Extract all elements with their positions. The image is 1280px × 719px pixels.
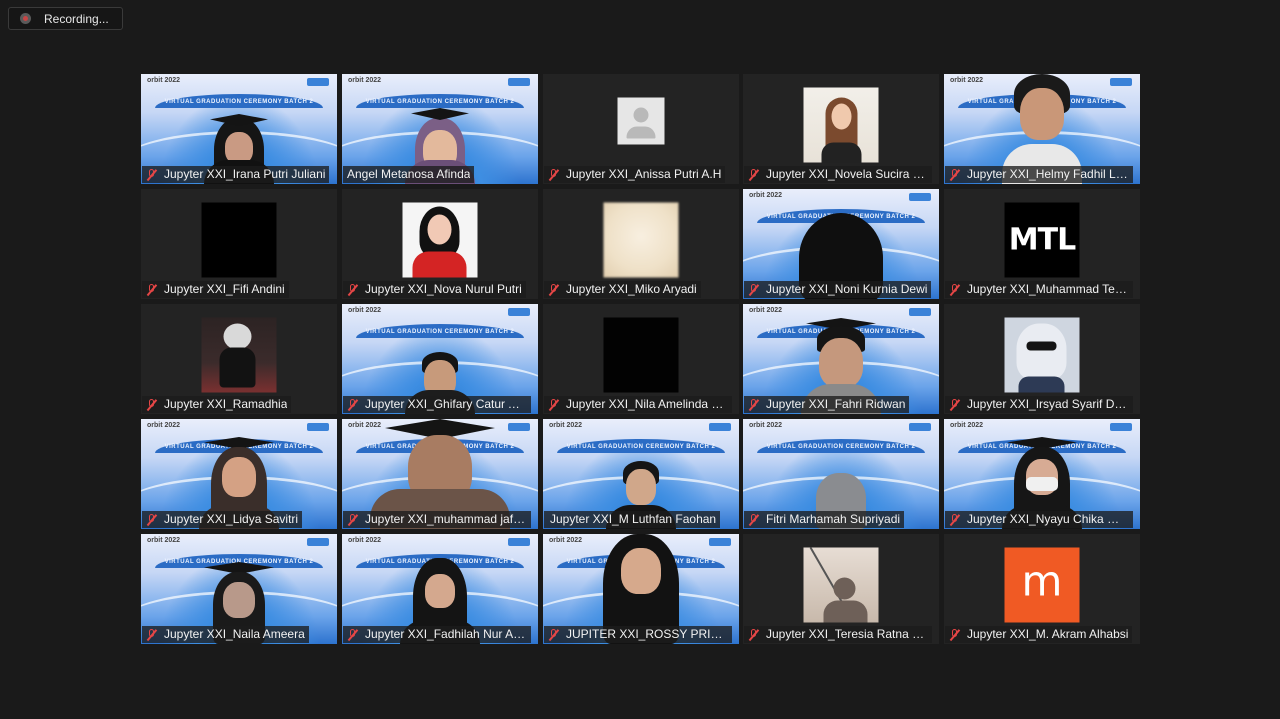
default-avatar-icon — [617, 97, 665, 145]
participant-name-label: Jupyter XXI_Helmy Fadhil Lan... — [945, 166, 1133, 183]
mtl-logo-avatar: MTL — [1004, 202, 1080, 278]
participant-tile[interactable]: Jupyter XXI_Teresia Ratna Cali... — [743, 534, 939, 644]
participant-tile[interactable]: orbit 2022 VIRTUAL GRADUATION CEREMONY B… — [543, 534, 739, 644]
participant-tile[interactable]: Jupyter XXI_Anissa Putri A.H — [543, 74, 739, 184]
participant-name-label: Fitri Marhamah Supriyadi — [744, 511, 905, 528]
mic-muted-icon — [146, 628, 158, 641]
profile-photo — [201, 202, 277, 278]
mic-muted-icon — [949, 513, 961, 526]
participant-tile[interactable]: orbit 2022 VIRTUAL GRADUATION CEREMONY B… — [141, 74, 337, 184]
participant-gallery: orbit 2022 VIRTUAL GRADUATION CEREMONY B… — [141, 74, 1140, 644]
mic-muted-icon — [548, 283, 560, 296]
participant-tile[interactable]: orbit 2022 VIRTUAL GRADUATION CEREMONY B… — [944, 419, 1140, 529]
participant-tile[interactable]: Jupyter XXI_Nila Amelinda Putri — [543, 304, 739, 414]
participant-name-label: JUPITER XXI_ROSSY PRIMA N... — [544, 626, 732, 643]
mic-muted-icon — [949, 628, 961, 641]
recording-indicator[interactable]: Recording... — [8, 7, 123, 30]
participant-name-label: Jupyter XXI_Ramadhia — [142, 396, 292, 413]
mic-muted-icon — [748, 168, 760, 181]
participant-name-label: Jupyter XXI_Teresia Ratna Cali... — [744, 626, 932, 643]
participant-name-label: Jupyter XXI_M Luthfan Faohan — [544, 511, 721, 528]
participant-tile[interactable]: orbit 2022 VIRTUAL GRADUATION CEREMONY B… — [944, 74, 1140, 184]
mic-muted-icon — [949, 168, 961, 181]
participant-tile[interactable]: MTL Jupyter XXI_Muhammad Tega... — [944, 189, 1140, 299]
participant-tile[interactable]: Jupyter XXI_Irsyad Syarif Dwi ... — [944, 304, 1140, 414]
anime-avatar-image — [1004, 317, 1080, 393]
participant-tile[interactable]: Jupyter XXI_Fifi Andini — [141, 189, 337, 299]
participant-tile[interactable]: orbit 2022 VIRTUAL GRADUATION CEREMONY B… — [743, 189, 939, 299]
mic-muted-icon — [748, 283, 760, 296]
letter-avatar: m — [1004, 547, 1080, 623]
participant-name-label: Jupyter XXI_Miko Aryadi — [544, 281, 701, 298]
mic-muted-icon — [548, 628, 560, 641]
participant-name-label: Jupyter XXI_Fifi Andini — [142, 281, 289, 298]
participant-name-label: Jupyter XXI_Noni Kurnia Dewi — [744, 281, 932, 298]
mic-muted-icon — [949, 283, 961, 296]
mic-muted-icon — [347, 398, 359, 411]
mic-muted-icon — [146, 283, 158, 296]
participant-name-label: Jupyter XXI_Ghifary Catur Ach... — [343, 396, 531, 413]
participant-name-label: Jupyter XXI_Nila Amelinda Putri — [544, 396, 732, 413]
mic-muted-icon — [748, 398, 760, 411]
participant-name-label: Jupyter XXI_Nyayu Chika Mar... — [945, 511, 1133, 528]
mic-muted-icon — [748, 628, 760, 641]
mic-muted-icon — [347, 283, 359, 296]
participant-tile[interactable]: orbit 2022 VIRTUAL GRADUATION CEREMONY B… — [342, 419, 538, 529]
participant-tile[interactable]: orbit 2022 VIRTUAL GRADUATION CEREMONY B… — [141, 419, 337, 529]
participant-tile[interactable]: orbit 2022 VIRTUAL GRADUATION CEREMONY B… — [342, 534, 538, 644]
participant-tile[interactable]: orbit 2022 VIRTUAL GRADUATION CEREMONY B… — [342, 304, 538, 414]
participant-tile[interactable]: Jupyter XXI_Novela Sucira I. S — [743, 74, 939, 184]
participant-name-label: Jupyter XXI_Nova Nurul Putri — [343, 281, 526, 298]
participant-name-label: Jupyter XXI_M. Akram Alhabsi — [945, 626, 1133, 643]
participant-name-label: Jupyter XXI_Anissa Putri A.H — [544, 166, 726, 183]
participant-name-label: Jupyter XXI_Muhammad Tega... — [945, 281, 1133, 298]
participant-name-label: Jupyter XXI_muhammad jafar ... — [343, 511, 531, 528]
mic-muted-icon — [949, 398, 961, 411]
mic-muted-icon — [146, 168, 158, 181]
profile-photo — [803, 546, 879, 623]
participant-name-label: Jupyter XXI_Novela Sucira I. S — [744, 166, 932, 183]
mic-muted-icon — [146, 398, 158, 411]
participant-tile[interactable]: m Jupyter XXI_M. Akram Alhabsi — [944, 534, 1140, 644]
participant-name-label: Jupyter XXI_Lidya Savitri — [142, 511, 303, 528]
recording-icon — [20, 13, 31, 24]
participant-name-label: Jupyter XXI_Fadhilah Nur Ama... — [343, 626, 531, 643]
participant-name-label: Jupyter XXI_Fahri Ridwan — [744, 396, 910, 413]
participant-tile[interactable]: orbit 2022 VIRTUAL GRADUATION CEREMONY B… — [743, 304, 939, 414]
profile-photo — [603, 202, 679, 278]
participant-name-label: Jupyter XXI_Irsyad Syarif Dwi ... — [945, 396, 1133, 413]
participant-name-label: Jupyter XXI_Irana Putri Juliani — [142, 166, 330, 183]
profile-photo — [402, 202, 478, 278]
participant-tile[interactable]: orbit 2022 VIRTUAL GRADUATION CEREMONY B… — [141, 534, 337, 644]
recording-label: Recording... — [44, 11, 109, 26]
participant-name-label: Angel Metanosa Afinda — [343, 166, 475, 183]
participant-tile[interactable]: orbit 2022 VIRTUAL GRADUATION CEREMONY B… — [342, 74, 538, 184]
mic-muted-icon — [347, 628, 359, 641]
participant-name-label: Jupyter XXI_Naila Ameera — [142, 626, 309, 643]
mic-muted-icon — [548, 168, 560, 181]
profile-photo — [603, 317, 679, 393]
profile-photo — [803, 87, 879, 163]
mic-muted-icon — [146, 513, 158, 526]
participant-tile[interactable]: Jupyter XXI_Miko Aryadi — [543, 189, 739, 299]
participant-tile-active-speaker[interactable]: orbit 2022 VIRTUAL GRADUATION CEREMONY B… — [543, 419, 739, 529]
participant-tile[interactable]: Jupyter XXI_Nova Nurul Putri — [342, 189, 538, 299]
participant-tile[interactable]: orbit 2022 VIRTUAL GRADUATION CEREMONY B… — [743, 419, 939, 529]
profile-photo — [201, 317, 277, 393]
participant-tile[interactable]: Jupyter XXI_Ramadhia — [141, 304, 337, 414]
mic-muted-icon — [748, 513, 760, 526]
mic-muted-icon — [548, 398, 560, 411]
mic-muted-icon — [347, 513, 359, 526]
